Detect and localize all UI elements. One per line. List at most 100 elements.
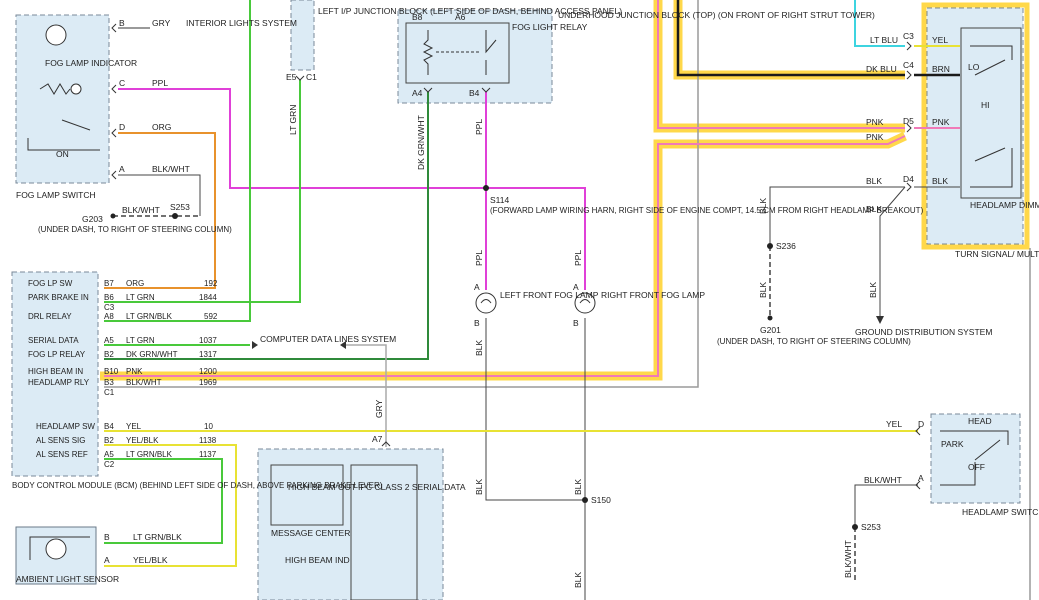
fog-relay-box xyxy=(405,22,510,84)
bcm-row-label: AL SENS REF xyxy=(36,450,88,459)
fog-pin-a: A xyxy=(119,164,125,174)
dimmer-caption: HEADLAMP DIMMER SWITCH xyxy=(970,200,1039,210)
bcm-row-pin: B7 xyxy=(104,279,114,288)
dimmer-wire-blk2: BLK xyxy=(866,204,882,214)
bcm-row-wire: LT GRN xyxy=(126,293,155,302)
hl-switch-caption: HEADLAMP SWITCH xyxy=(962,507,1039,517)
right-lamp-wire-blk3: BLK xyxy=(573,572,583,588)
dimmer-wire-blk3: BLK xyxy=(932,176,948,186)
bcm-row-circuit: 1138 xyxy=(199,436,217,445)
splice-s114-dot xyxy=(483,185,489,191)
bcm-row-label: HEADLAMP RLY xyxy=(28,378,90,387)
dimmer-wire-brn: BRN xyxy=(932,64,950,74)
hl-pin-d: D xyxy=(918,419,924,429)
hl-wire-yel: YEL xyxy=(886,419,902,429)
bcm-row-circuit: 1844 xyxy=(199,293,217,302)
wiring-diagram: FOG LAMP INDICATOR ON FOG LAMP SWITCH B … xyxy=(11,0,1039,600)
bcm-row-pin: C3 xyxy=(104,303,115,312)
right-lamp-pin-b: B xyxy=(573,318,579,328)
splice-s253-dot xyxy=(172,213,178,219)
bcm-row-pin: B6 xyxy=(104,293,114,302)
dimmer-wire-pnk2: PNK xyxy=(866,132,884,142)
s114-label: S114 xyxy=(490,195,509,205)
ambient-wire-yelblk: YEL/BLK xyxy=(133,555,168,565)
bcm-row-pin: C1 xyxy=(104,388,115,397)
ground-g203-dot xyxy=(110,213,116,219)
ambient-pin-b: B xyxy=(104,532,110,542)
ipc-pin-a7: A7 xyxy=(372,434,383,444)
bcm-row-pin: B3 xyxy=(104,378,114,387)
bcm-row-label: PARK BRAKE IN xyxy=(28,293,89,302)
s236-label: S236 xyxy=(776,241,796,251)
s236-wire-blk2: BLK xyxy=(758,282,768,298)
bcm-row-wire: PNK xyxy=(126,367,143,376)
bcm-row-pin: B2 xyxy=(104,350,114,359)
ipc-wire-gry: GRY xyxy=(374,399,384,418)
left-lamp-wire-blk: BLK xyxy=(474,340,484,356)
bcm-row-label: FOG LP RELAY xyxy=(28,350,86,359)
bcm-row-pin: B2 xyxy=(104,436,114,445)
bcm-row-pin: A5 xyxy=(104,450,114,459)
dimmer-wire-dkblu: DK BLU xyxy=(866,64,897,74)
hl-pos-off: OFF xyxy=(968,462,985,472)
dimmer-pin-c3: C3 xyxy=(903,31,914,41)
relay-pin-b8: B8 xyxy=(412,12,423,22)
message-center-box xyxy=(270,464,344,526)
bcm-row-pin: A5 xyxy=(104,336,114,345)
dimmer-wire-pnk1: PNK xyxy=(866,117,884,127)
s114-note: (FORWARD LAMP WIRING HARN, RIGHT SIDE OF… xyxy=(490,206,924,215)
bcm-row-wire: YEL xyxy=(126,422,142,431)
bcm-row-label: FOG LP SW xyxy=(28,279,73,288)
ground-g201-dot xyxy=(767,315,773,321)
hl-wire-blkwht-v: BLK/WHT xyxy=(843,540,853,578)
interior-lights-label: INTERIOR LIGHTS SYSTEM xyxy=(186,18,297,28)
bcm-row-circuit: 1200 xyxy=(199,367,217,376)
g201-note: (UNDER DASH, TO RIGHT OF STEERING COLUMN… xyxy=(717,337,911,346)
right-lamp-wire-blk: BLK xyxy=(573,479,583,495)
fog-indicator-label: FOG LAMP INDICATOR xyxy=(45,58,137,68)
right-lamp-pin-a: A xyxy=(573,282,579,292)
bcm-row-circuit: 1137 xyxy=(199,450,217,459)
computer-data-label: COMPUTER DATA LINES SYSTEM xyxy=(260,334,396,344)
fog-pin-d: D xyxy=(119,122,125,132)
dimmer-pin-c4: C4 xyxy=(903,60,914,70)
bcm-row-wire: YEL/BLK xyxy=(126,436,159,445)
bcm-row-wire: LT GRN/BLK xyxy=(126,450,173,459)
bcm-row-circuit: 1317 xyxy=(199,350,217,359)
left-lamp-pin-a: A xyxy=(474,282,480,292)
ground-dist-wire-blk: BLK xyxy=(868,282,878,298)
left-fog-lamp-symbol xyxy=(475,292,497,314)
computer-data-arrow-left xyxy=(252,341,258,349)
bcm-row-pin: A8 xyxy=(104,312,114,321)
wire-blkwht: BLK/WHT xyxy=(152,164,190,174)
left-fog-lamp-label: LEFT FRONT FOG LAMP xyxy=(500,290,599,300)
dimmer-wire-ltblu: LT BLU xyxy=(870,35,898,45)
bcm-row-label: SERIAL DATA xyxy=(28,336,79,345)
bcm-caption: BODY CONTROL MODULE (BCM) (BEHIND LEFT S… xyxy=(12,481,383,490)
hl-pin-a: A xyxy=(918,473,924,483)
wire-gry: GRY xyxy=(152,18,171,28)
dimmer-hi-label: HI xyxy=(981,100,990,110)
underhood-label: UNDERHOOD JUNCTION BLOCK (TOP) (ON FRONT… xyxy=(558,10,875,20)
multifunction-caption: TURN SIGNAL/ MULTIFUNCTION SWITCH (IN ST… xyxy=(955,249,1039,259)
relay-pin-b4: B4 xyxy=(469,88,480,98)
left-lamp-wire-blk2: BLK xyxy=(474,479,484,495)
wire-ppl-v: PPL xyxy=(474,119,484,135)
wires xyxy=(104,0,1031,600)
ip-junction-box xyxy=(290,0,315,71)
dimmer-pin-d5: D5 xyxy=(903,116,914,126)
fog-on-label: ON xyxy=(56,149,69,159)
wire-org: ORG xyxy=(152,122,171,132)
relay-pin-a4: A4 xyxy=(412,88,423,98)
fog-switch-caption: FOG LAMP SWITCH xyxy=(16,190,96,200)
g203-splice-label: S253 xyxy=(170,202,190,212)
left-lamp-wire-ppl: PPL xyxy=(474,250,484,266)
right-lamp-wire-ppl: PPL xyxy=(573,250,583,266)
splice-s150-dot xyxy=(582,497,588,503)
wire-ppl: PPL xyxy=(152,78,168,88)
bcm-row-pin: B4 xyxy=(104,422,114,431)
splice-s236-dot xyxy=(767,243,773,249)
relay-pin-a6: A6 xyxy=(455,12,466,22)
high-beam-ind-label: HIGH BEAM IND xyxy=(285,555,350,565)
dimmer-wire-pnk3: PNK xyxy=(932,117,950,127)
